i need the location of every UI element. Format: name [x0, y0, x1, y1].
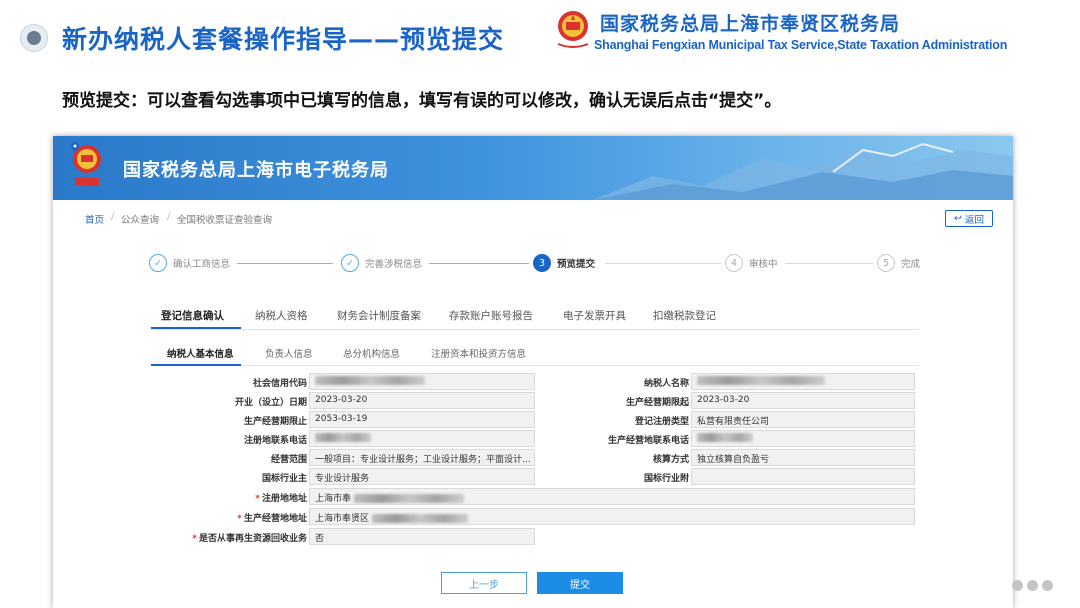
- slide-description: 预览提交：可以查看勾选事项中已填写的信息，填写有误的可以修改，确认无误后点击“提…: [62, 91, 782, 111]
- portal-banner: 国家税务总局上海市电子税务局: [53, 136, 1013, 200]
- step-connector: [785, 263, 873, 264]
- step-connector: [429, 263, 529, 264]
- field-business-scope[interactable]: 一般项目：专业设计服务；工业设计服务；平面设计...: [309, 449, 535, 466]
- back-arrow-icon: ↩: [954, 213, 962, 224]
- tab-e-invoice[interactable]: 电子发票开具: [563, 308, 626, 323]
- label-business-address: * 生产经营地地址: [237, 514, 307, 524]
- field-period-start[interactable]: 2023-03-20: [691, 392, 915, 409]
- label-business-phone: 生产经营地联系电话: [607, 436, 689, 446]
- back-button[interactable]: ↩ 返回: [945, 210, 993, 227]
- step-preview-submit: 3 预览提交: [533, 254, 595, 272]
- slide-bullet-icon: [20, 24, 48, 52]
- field-registration-type[interactable]: 私营有限责任公司: [691, 411, 915, 428]
- required-marker: *: [255, 494, 260, 504]
- field-credit-code[interactable]: [309, 373, 535, 390]
- step-connector: [237, 263, 333, 264]
- field-industry-sub[interactable]: [691, 468, 915, 485]
- label-registration-type: 登记注册类型: [634, 417, 689, 427]
- tab-basic-info[interactable]: 纳税人基本信息: [167, 346, 234, 360]
- tab-withholding-registration[interactable]: 扣缴税款登记: [653, 308, 716, 323]
- portal-title: 国家税务总局上海市电子税务局: [123, 160, 389, 181]
- progress-stepper: ✓ 确认工商信息 ✓ 完善涉税信息 3 预览提交 4 审核中 5 完成: [149, 254, 929, 274]
- field-business-address[interactable]: 上海市奉贤区: [309, 508, 915, 525]
- required-marker: *: [237, 514, 242, 524]
- main-tabs: 登记信息确认 纳税人资格 财务会计制度备案 存款账户账号报告 电子发票开具 扣缴…: [151, 302, 919, 330]
- label-period-end: 生产经营期限止: [243, 417, 307, 427]
- location-pin-icon: [71, 142, 79, 152]
- label-open-date: 开业（设立）日期: [234, 398, 307, 408]
- tab-responsible-person[interactable]: 负责人信息: [265, 346, 313, 360]
- tab-capital-investor[interactable]: 注册资本和投资方信息: [431, 346, 526, 360]
- label-recycling-business: * 是否从事再生资源回收业务: [192, 534, 307, 544]
- breadcrumb-separator: /: [167, 211, 171, 222]
- step-under-review: 4 审核中: [725, 254, 778, 272]
- great-wall-illustration: [593, 142, 1013, 200]
- slide-dots-decoration: [1012, 580, 1053, 591]
- breadcrumb-public-query[interactable]: 公众查询: [121, 212, 159, 226]
- tab-bank-account-report[interactable]: 存款账户账号报告: [449, 308, 533, 323]
- field-business-phone[interactable]: [691, 430, 915, 447]
- label-period-start: 生产经营期限起: [625, 398, 689, 408]
- field-open-date[interactable]: 2023-03-20: [309, 392, 535, 409]
- dot: [1027, 580, 1038, 591]
- agency-name-en: Shanghai Fengxian Municipal Tax Service,…: [594, 38, 1008, 52]
- label-registered-phone: 注册地联系电话: [243, 436, 307, 446]
- tab-taxpayer-qualification[interactable]: 纳税人资格: [255, 308, 308, 323]
- field-registered-phone[interactable]: [309, 430, 535, 447]
- field-taxpayer-name[interactable]: [691, 373, 915, 390]
- field-accounting-method[interactable]: 独立核算自负盈亏: [691, 449, 915, 466]
- agency-name-cn: 国家税务总局上海市奉贤区税务局: [600, 13, 901, 35]
- step-complete-tax-info: ✓ 完善涉税信息: [341, 254, 422, 272]
- active-subtab-indicator: [151, 364, 241, 366]
- slide-title: 新办纳税人套餐操作指导——预览提交: [62, 25, 505, 54]
- step-connector: [605, 263, 721, 264]
- tax-emblem-icon: [557, 11, 589, 48]
- label-taxpayer-name: 纳税人名称: [643, 379, 689, 389]
- check-icon: ✓: [341, 254, 359, 272]
- field-industry-main[interactable]: 专业设计服务: [309, 468, 535, 485]
- label-business-scope: 经营范围: [270, 455, 307, 465]
- breadcrumb-current: 全国税收票证查验查询: [177, 215, 273, 226]
- tax-portal-window: 国家税务总局上海市电子税务局 首页 / 公众查询 / 全国税收票证查验查询 ↩ …: [53, 136, 1013, 608]
- tab-registration-info[interactable]: 登记信息确认: [161, 308, 224, 323]
- tab-branch-info[interactable]: 总分机构信息: [343, 346, 400, 360]
- tab-accounting-filing[interactable]: 财务会计制度备案: [337, 308, 421, 323]
- submit-button[interactable]: 提交: [537, 572, 623, 594]
- field-period-end[interactable]: 2053-03-19: [309, 411, 535, 428]
- required-marker: *: [192, 534, 197, 544]
- label-industry-sub: 国标行业附: [643, 474, 689, 484]
- dot: [1042, 580, 1053, 591]
- check-icon: ✓: [149, 254, 167, 272]
- active-tab-indicator: [151, 327, 241, 329]
- label-accounting-method: 核算方式: [652, 455, 689, 465]
- previous-step-button[interactable]: 上一步: [441, 572, 527, 594]
- breadcrumb-home[interactable]: 首页: [85, 212, 104, 226]
- breadcrumb-separator: /: [111, 211, 115, 222]
- step-confirm-business: ✓ 确认工商信息: [149, 254, 230, 272]
- label-credit-code: 社会信用代码: [252, 379, 307, 389]
- field-registered-address[interactable]: 上海市奉: [309, 488, 915, 505]
- field-recycling-business[interactable]: 否: [309, 528, 535, 545]
- label-industry-main: 国标行业主: [261, 474, 307, 484]
- label-registered-address: * 注册地地址: [255, 494, 307, 504]
- step-finish: 5 完成: [877, 254, 920, 272]
- dot: [1012, 580, 1023, 591]
- sub-tabs: 纳税人基本信息 负责人信息 总分机构信息 注册资本和投资方信息: [151, 338, 919, 366]
